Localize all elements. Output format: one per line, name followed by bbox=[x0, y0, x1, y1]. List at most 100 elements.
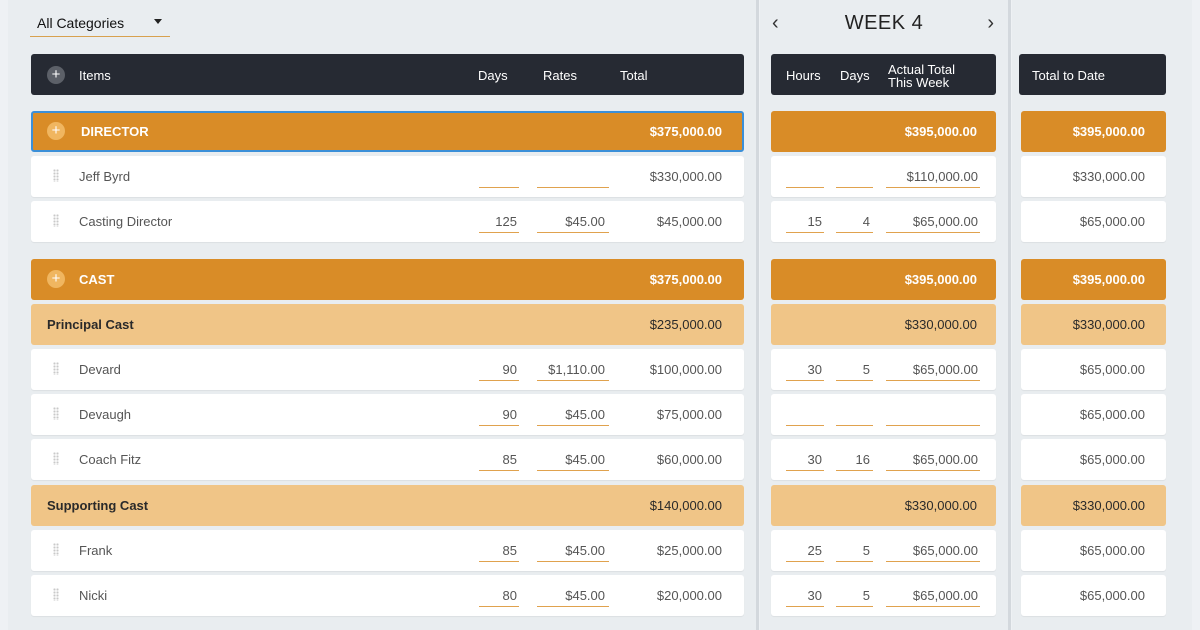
hours-input[interactable]: 25 bbox=[786, 540, 824, 562]
item-label: Nicki bbox=[79, 588, 108, 603]
subcategory-row[interactable]: Principal Cast $235,000.00 bbox=[31, 304, 744, 345]
rate-input[interactable] bbox=[537, 166, 609, 188]
drag-handle-icon[interactable] bbox=[53, 588, 59, 601]
rate-input[interactable]: $45.00 bbox=[537, 211, 609, 233]
drag-handle-icon[interactable] bbox=[53, 169, 59, 182]
to-date-subcategory-row: $330,000.00 bbox=[1021, 485, 1166, 526]
week-item-row[interactable]: 30 5 $65,000.00 bbox=[771, 575, 996, 616]
days-input[interactable]: 85 bbox=[479, 449, 519, 471]
week-header: Hours Days Actual Total This Week bbox=[771, 54, 996, 95]
rate-input[interactable]: $1,110.00 bbox=[537, 359, 609, 381]
category-row[interactable]: + CAST $375,000.00 bbox=[31, 259, 744, 300]
add-item-icon[interactable]: + bbox=[47, 122, 65, 140]
week-days-input[interactable] bbox=[836, 166, 873, 188]
subcategory-row[interactable]: Supporting Cast $140,000.00 bbox=[31, 485, 744, 526]
actual-total-input[interactable]: $65,000.00 bbox=[886, 449, 980, 471]
week-days-input[interactable]: 16 bbox=[836, 449, 873, 471]
to-date-item-row: $65,000.00 bbox=[1021, 530, 1166, 571]
add-category-icon[interactable]: + bbox=[47, 66, 65, 84]
week-item-row[interactable]: 25 5 $65,000.00 bbox=[771, 530, 996, 571]
days-input[interactable]: 90 bbox=[479, 359, 519, 381]
days-input[interactable]: 85 bbox=[479, 540, 519, 562]
week-subcategory-row: $330,000.00 bbox=[771, 485, 996, 526]
week-days-input[interactable] bbox=[836, 404, 873, 426]
category-filter-select[interactable]: All Categories bbox=[30, 10, 170, 37]
to-date-item-row: $65,000.00 bbox=[1021, 349, 1166, 390]
week-item-row[interactable] bbox=[771, 394, 996, 435]
rate-input[interactable]: $45.00 bbox=[537, 449, 609, 471]
panel-divider bbox=[1008, 0, 1011, 630]
actual-total-input[interactable]: $65,000.00 bbox=[886, 540, 980, 562]
to-date-header: Total to Date bbox=[1019, 54, 1166, 95]
rate-input[interactable]: $45.00 bbox=[537, 540, 609, 562]
rate-input[interactable]: $45.00 bbox=[537, 585, 609, 607]
week-total: $395,000.00 bbox=[904, 124, 977, 139]
to-date-category-row: $395,000.00 bbox=[1021, 259, 1166, 300]
item-row[interactable]: Devard 90 $1,110.00 $100,000.00 bbox=[31, 349, 744, 390]
week-item-row[interactable]: $110,000.00 bbox=[771, 156, 996, 197]
week-item-row[interactable]: 15 4 $65,000.00 bbox=[771, 201, 996, 242]
drag-handle-icon[interactable] bbox=[53, 362, 59, 375]
item-row[interactable]: Frank 85 $45.00 $25,000.00 bbox=[31, 530, 744, 571]
item-total: $100,000.00 bbox=[649, 362, 722, 377]
actual-total-input[interactable] bbox=[886, 404, 980, 426]
days-input[interactable]: 125 bbox=[479, 211, 519, 233]
actual-total-input[interactable]: $65,000.00 bbox=[886, 211, 980, 233]
week-item-row[interactable]: 30 5 $65,000.00 bbox=[771, 349, 996, 390]
drag-handle-icon[interactable] bbox=[53, 543, 59, 556]
actual-total-input[interactable]: $65,000.00 bbox=[886, 359, 980, 381]
item-label: Devard bbox=[79, 362, 121, 377]
days-input[interactable]: 80 bbox=[479, 585, 519, 607]
item-row[interactable]: Casting Director 125 $45.00 $45,000.00 bbox=[31, 201, 744, 242]
actual-total-input[interactable]: $65,000.00 bbox=[886, 585, 980, 607]
hours-input[interactable]: 30 bbox=[786, 359, 824, 381]
hours-input[interactable] bbox=[786, 404, 824, 426]
days-input[interactable] bbox=[479, 166, 519, 188]
total-to-date-column-header: Total to Date bbox=[1032, 68, 1105, 83]
category-row[interactable]: + DIRECTOR $375,000.00 bbox=[31, 111, 744, 152]
week-days-input[interactable]: 5 bbox=[836, 359, 873, 381]
item-total: $330,000.00 bbox=[649, 169, 722, 184]
total-to-date-value: $330,000.00 bbox=[1072, 498, 1145, 513]
week-item-row[interactable]: 30 16 $65,000.00 bbox=[771, 439, 996, 480]
subcategory-label: Supporting Cast bbox=[47, 498, 149, 513]
item-row[interactable]: Coach Fitz 85 $45.00 $60,000.00 bbox=[31, 439, 744, 480]
week-subcategory-row: $330,000.00 bbox=[771, 304, 996, 345]
actual-total-input[interactable]: $110,000.00 bbox=[886, 166, 980, 188]
total-to-date-value: $330,000.00 bbox=[1072, 317, 1145, 332]
item-row[interactable]: Nicki 80 $45.00 $20,000.00 bbox=[31, 575, 744, 616]
item-label: Coach Fitz bbox=[79, 452, 142, 467]
hours-column-header: Hours bbox=[786, 68, 821, 83]
week-total: $395,000.00 bbox=[904, 272, 977, 287]
hours-input[interactable]: 15 bbox=[786, 211, 824, 233]
drag-handle-icon[interactable] bbox=[53, 452, 59, 465]
total-to-date-value: $65,000.00 bbox=[1079, 214, 1145, 229]
days-input[interactable]: 90 bbox=[479, 404, 519, 426]
drag-handle-icon[interactable] bbox=[53, 214, 59, 227]
item-row[interactable]: Devaugh 90 $45.00 $75,000.00 bbox=[31, 394, 744, 435]
week-days-input[interactable]: 4 bbox=[836, 211, 873, 233]
drag-handle-icon[interactable] bbox=[53, 407, 59, 420]
hours-input[interactable]: 30 bbox=[786, 585, 824, 607]
week-category-row: $395,000.00 bbox=[771, 111, 996, 152]
total-to-date-value: $65,000.00 bbox=[1079, 543, 1145, 558]
total-to-date-value: $65,000.00 bbox=[1079, 452, 1145, 467]
subcategory-total: $235,000.00 bbox=[649, 317, 722, 332]
chevron-left-icon[interactable]: ‹ bbox=[772, 13, 779, 33]
total-to-date-value: $330,000.00 bbox=[1072, 169, 1145, 184]
rate-input[interactable]: $45.00 bbox=[537, 404, 609, 426]
item-row[interactable]: Jeff Byrd $330,000.00 bbox=[31, 156, 744, 197]
caret-down-icon bbox=[154, 19, 162, 24]
to-date-category-row: $395,000.00 bbox=[1021, 111, 1166, 152]
hours-input[interactable]: 30 bbox=[786, 449, 824, 471]
to-date-item-row: $65,000.00 bbox=[1021, 201, 1166, 242]
week-days-input[interactable]: 5 bbox=[836, 540, 873, 562]
add-item-icon[interactable]: + bbox=[47, 270, 65, 288]
hours-input[interactable] bbox=[786, 166, 824, 188]
item-label: Casting Director bbox=[79, 214, 173, 229]
week-total: $330,000.00 bbox=[904, 317, 977, 332]
total-to-date-value: $395,000.00 bbox=[1072, 272, 1145, 287]
chevron-right-icon[interactable]: › bbox=[987, 13, 994, 33]
to-date-subcategory-row: $330,000.00 bbox=[1021, 304, 1166, 345]
week-days-input[interactable]: 5 bbox=[836, 585, 873, 607]
